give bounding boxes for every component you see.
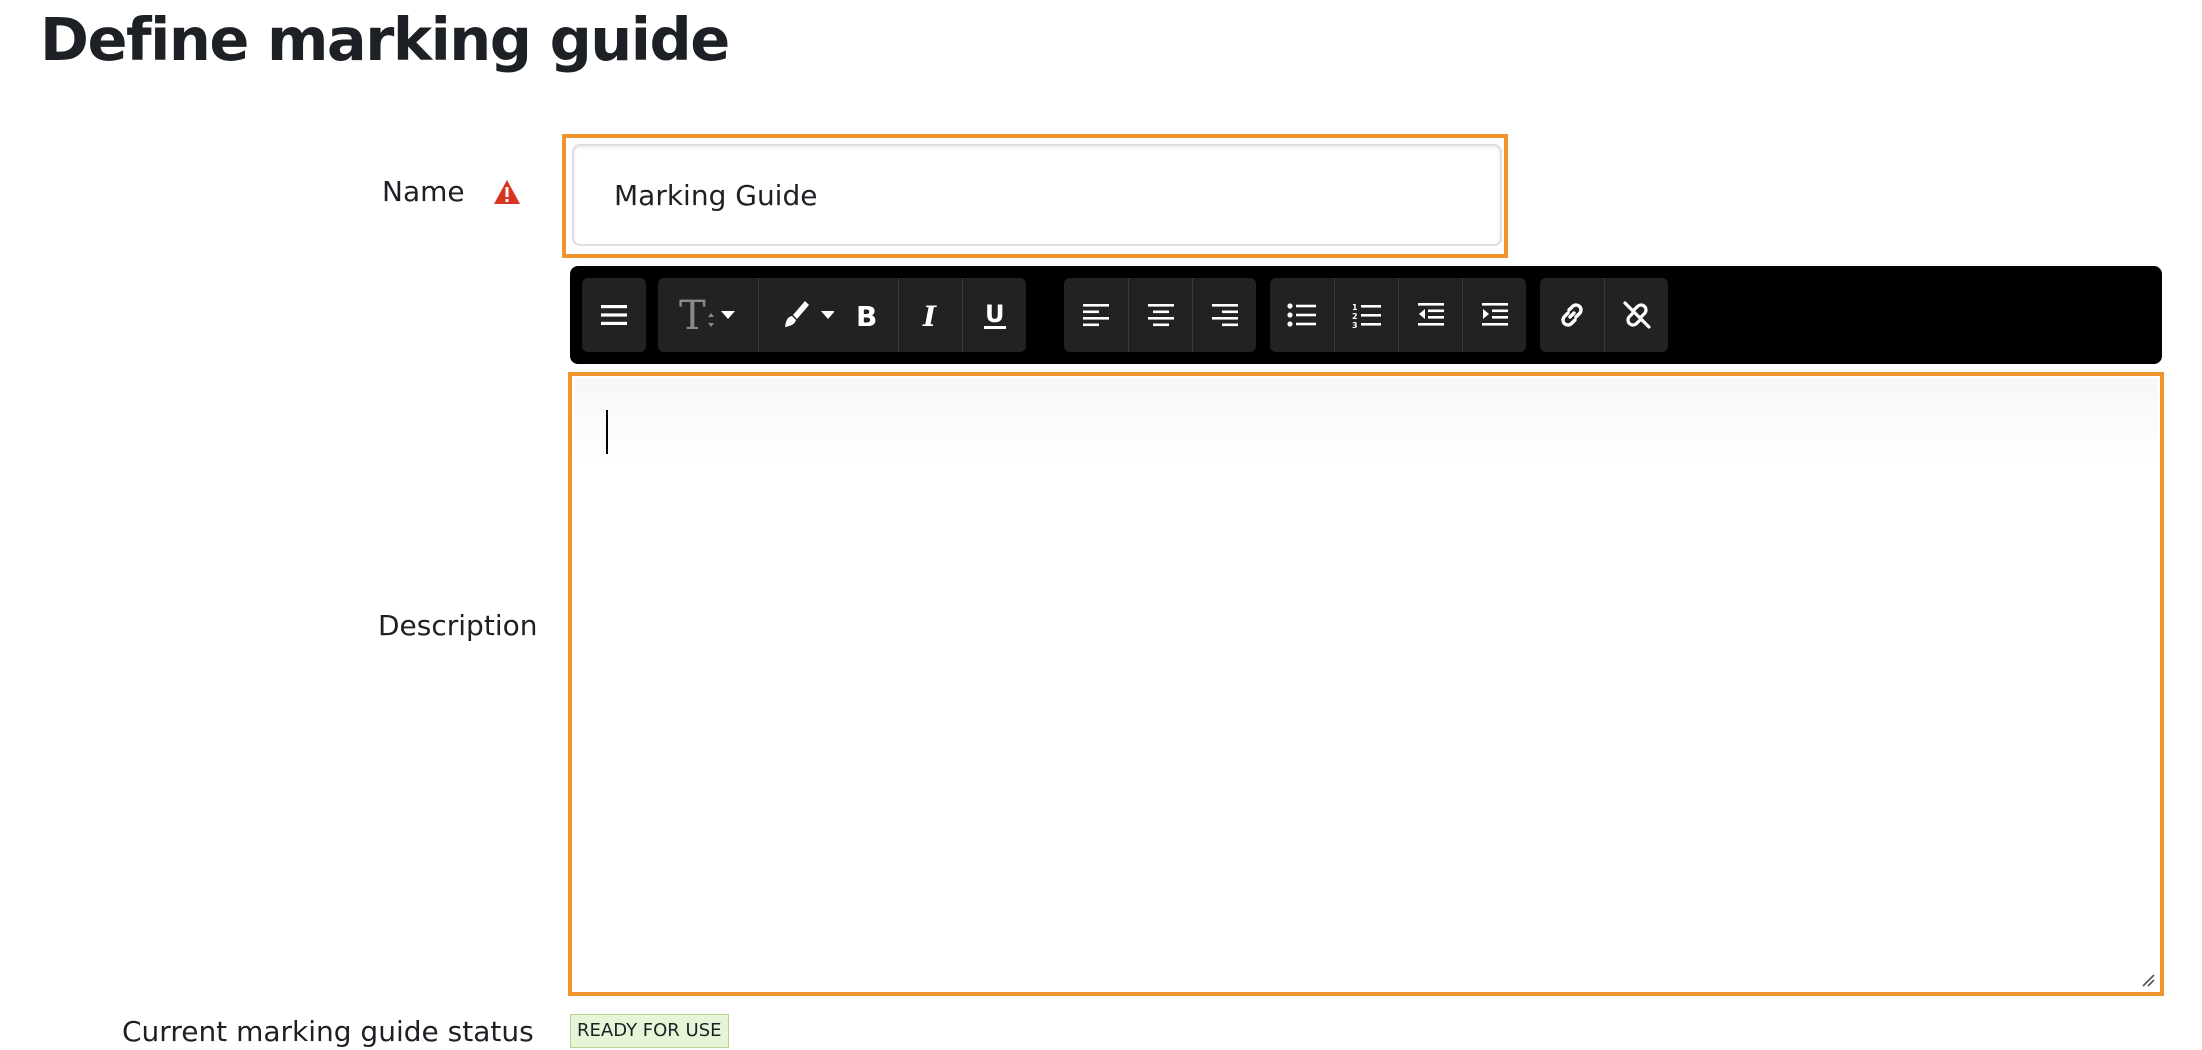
svg-text:3: 3 [1352, 321, 1358, 328]
unlink-icon [1622, 301, 1651, 329]
bold-button[interactable]: B [834, 278, 898, 352]
underline-icon: U [983, 300, 1006, 329]
indent-button[interactable] [1462, 278, 1526, 352]
required-warning-icon [494, 180, 520, 204]
toolbar-group-style: T [658, 278, 858, 352]
unlink-button[interactable] [1604, 278, 1668, 352]
toolbar-group-lists: 123 [1270, 278, 1526, 352]
svg-text:T: T [679, 293, 706, 337]
status-badge: READY FOR USE [570, 1014, 729, 1048]
text-caret [606, 410, 608, 454]
align-center-button[interactable] [1128, 278, 1192, 352]
editor-toolbar: T B I U 1 2 3 [570, 266, 2162, 364]
numbered-list-button[interactable]: 123 [1334, 278, 1398, 352]
outdent-icon [1417, 303, 1444, 326]
toolbar-group-links [1540, 278, 1668, 352]
svg-text:2: 2 [1352, 312, 1358, 321]
menu-button[interactable] [582, 278, 646, 352]
outdent-button[interactable] [1398, 278, 1462, 352]
svg-text:I: I [922, 301, 937, 329]
brush-icon [784, 301, 835, 327]
svg-text:1: 1 [1352, 303, 1358, 312]
font-size-button[interactable]: T [658, 278, 758, 352]
toolbar-group-format: B I U [834, 278, 1026, 352]
numbered-list-icon: 123 [1352, 303, 1381, 328]
name-label: Name [382, 175, 465, 208]
italic-button[interactable]: I [898, 278, 962, 352]
align-center-icon [1147, 304, 1174, 327]
description-label: Description [378, 609, 538, 642]
underline-button[interactable]: U [962, 278, 1026, 352]
bullet-list-button[interactable] [1270, 278, 1334, 352]
font-size-icon: T [679, 293, 735, 337]
align-right-button[interactable] [1192, 278, 1256, 352]
link-button[interactable] [1540, 278, 1604, 352]
toolbar-group-align [1064, 278, 1256, 352]
align-right-icon [1211, 304, 1238, 327]
svg-text:B: B [856, 301, 877, 329]
svg-text:U: U [985, 300, 1005, 328]
bold-icon: B [856, 301, 877, 329]
page-title: Define marking guide [40, 5, 730, 74]
description-editor[interactable] [574, 378, 2158, 990]
indent-icon [1481, 303, 1508, 326]
align-left-icon [1083, 304, 1109, 327]
align-left-button[interactable] [1064, 278, 1128, 352]
toolbar-group-menu [582, 278, 646, 352]
link-icon [1561, 303, 1583, 327]
menu-icon [601, 305, 627, 325]
bullet-list-icon [1287, 303, 1316, 327]
resize-handle-icon[interactable] [2138, 970, 2156, 988]
status-label: Current marking guide status [122, 1015, 534, 1048]
italic-icon: I [922, 301, 937, 329]
name-input[interactable] [572, 144, 1502, 246]
